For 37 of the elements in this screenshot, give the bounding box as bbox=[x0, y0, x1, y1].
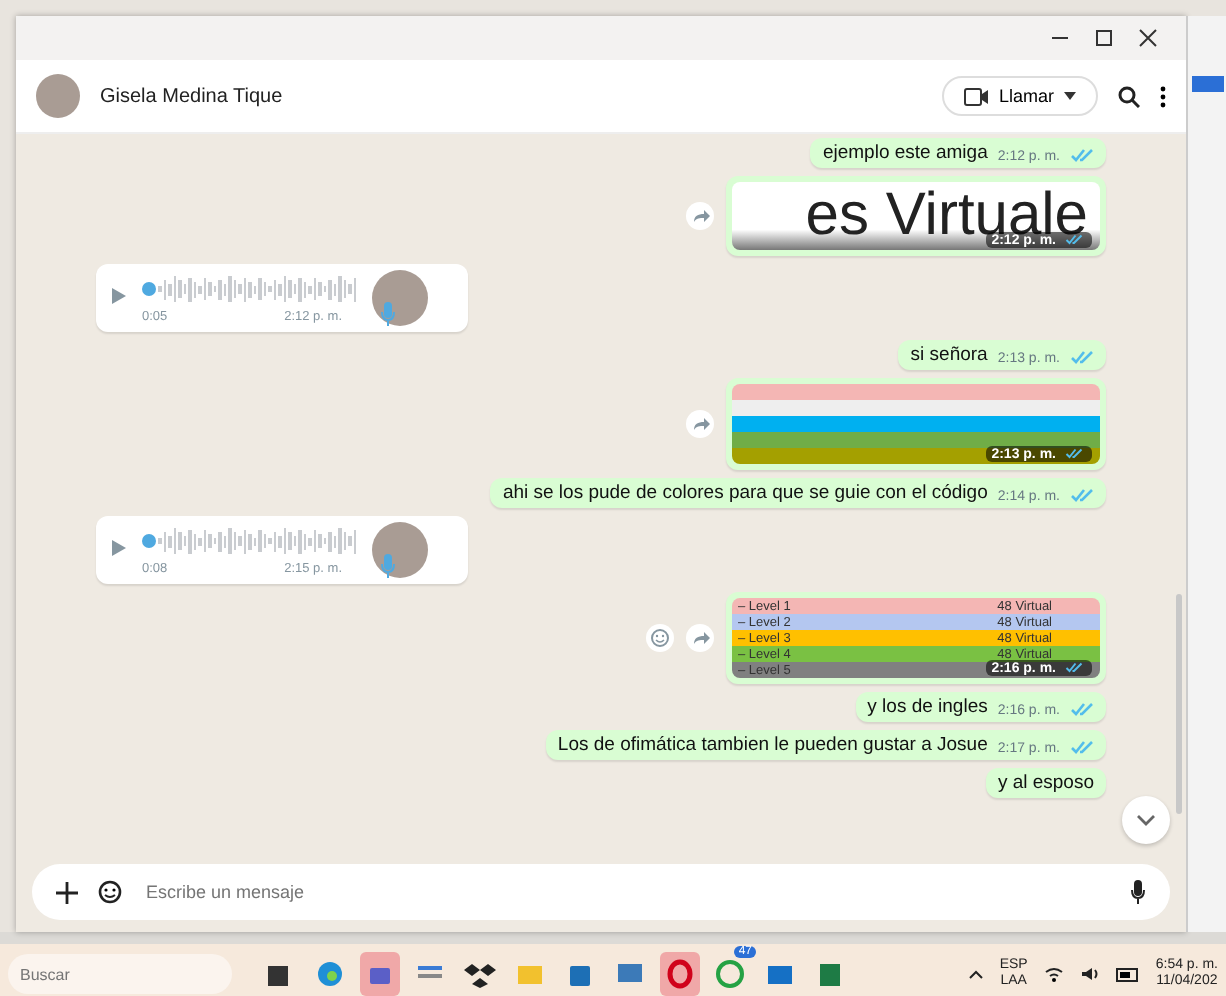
close-icon[interactable] bbox=[1138, 28, 1158, 48]
contact-avatar[interactable] bbox=[36, 74, 80, 118]
menu-icon[interactable] bbox=[1160, 85, 1166, 107]
emoji-icon[interactable] bbox=[646, 624, 674, 652]
play-icon[interactable] bbox=[112, 539, 126, 561]
sticker-icon[interactable] bbox=[98, 880, 122, 904]
plus-icon[interactable] bbox=[56, 881, 78, 903]
forward-icon[interactable] bbox=[686, 410, 714, 438]
message-text: y los de ingles bbox=[867, 696, 988, 718]
chevron-down-icon bbox=[1136, 814, 1156, 826]
search-icon[interactable] bbox=[1118, 85, 1140, 107]
microphone-icon bbox=[380, 302, 396, 332]
chevron-up-icon[interactable] bbox=[967, 969, 984, 979]
taskbar-search-field[interactable]: Buscar bbox=[8, 954, 232, 994]
forward-icon[interactable] bbox=[686, 202, 714, 230]
play-icon[interactable] bbox=[112, 287, 126, 309]
speaker-icon[interactable] bbox=[1079, 966, 1100, 982]
microphone-icon bbox=[380, 554, 396, 584]
message-text: Los de ofimática tambien le pueden gustar a Josue bbox=[557, 734, 988, 756]
message-text: ejemplo este amiga bbox=[822, 142, 988, 164]
wifi-icon[interactable] bbox=[1043, 966, 1064, 982]
message-text: ahi se los pude de colores para que se guie con el código bbox=[502, 482, 988, 504]
video-camera-icon bbox=[964, 87, 989, 105]
scroll-down-button[interactable] bbox=[1122, 796, 1170, 844]
microphone-icon[interactable] bbox=[1130, 880, 1146, 904]
audio-waveform[interactable] bbox=[142, 525, 356, 557]
audio-waveform[interactable] bbox=[142, 273, 356, 305]
contact-name[interactable]: Gisela Medina Tique bbox=[100, 85, 923, 107]
call-button[interactable]: Llamar bbox=[942, 76, 1098, 116]
caret-icon bbox=[1064, 92, 1076, 100]
maximize-icon[interactable] bbox=[1094, 28, 1114, 48]
battery-icon[interactable] bbox=[1115, 967, 1140, 981]
message-text: y al esposo bbox=[997, 772, 1094, 794]
scrollbar[interactable] bbox=[1176, 594, 1182, 814]
message-composer[interactable]: Escribe un mensaje bbox=[32, 864, 1170, 920]
message-text: si señora bbox=[910, 344, 988, 366]
forward-icon[interactable] bbox=[686, 624, 714, 652]
